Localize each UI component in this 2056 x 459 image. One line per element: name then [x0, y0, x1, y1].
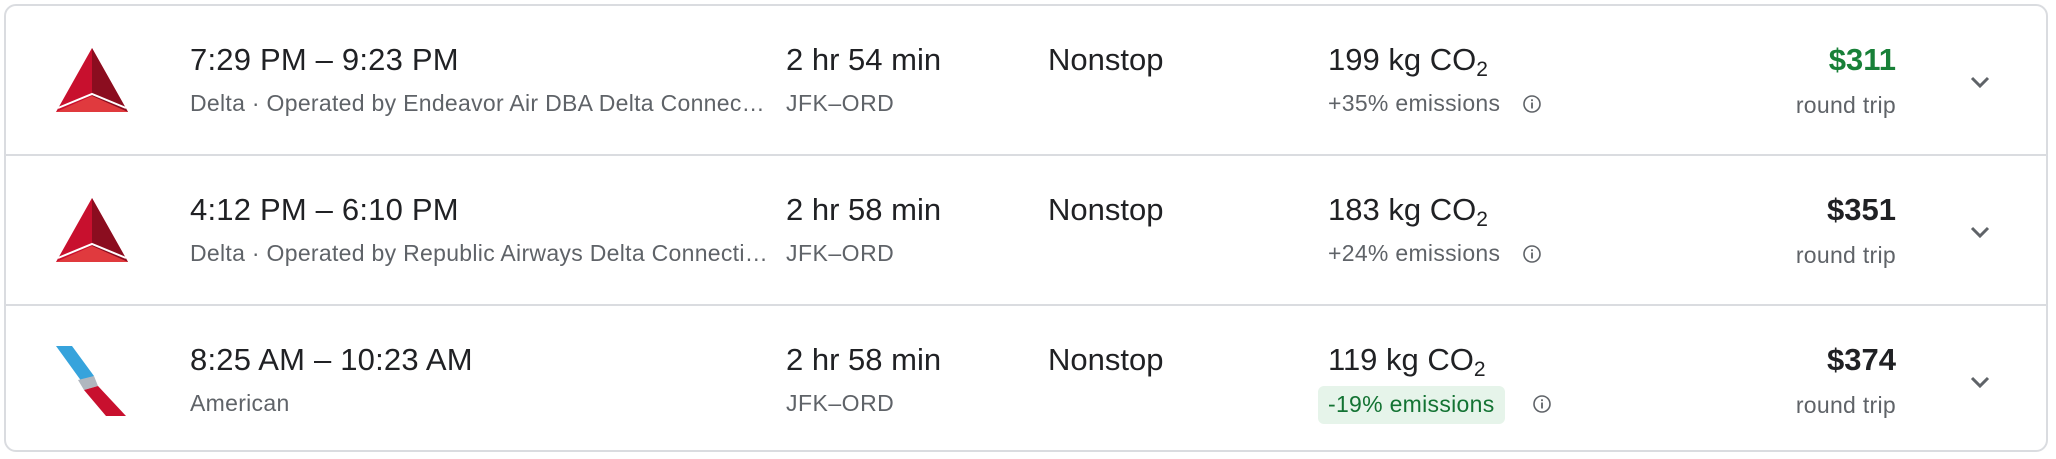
delta-logo — [56, 198, 128, 262]
info-icon[interactable] — [1522, 244, 1542, 264]
trip-type: round trip — [1795, 92, 1896, 118]
flight-stops: Nonstop — [1048, 42, 1164, 77]
co2-amount: 183 kg CO2 — [1328, 192, 1488, 232]
flight-route: JFK–ORD — [786, 90, 895, 116]
emissions-label: +24% emissions — [1328, 240, 1501, 266]
info-icon[interactable] — [1532, 394, 1552, 414]
airline-name: Delta · Operated by Republic Airways Del… — [190, 240, 770, 266]
emissions-label: -19% emissions — [1318, 386, 1505, 424]
airline-name: American — [190, 390, 290, 416]
flight-duration: 2 hr 54 min — [786, 42, 942, 77]
delta-logo — [56, 48, 128, 112]
flight-route: JFK–ORD — [786, 390, 895, 416]
co2-amount: 199 kg CO2 — [1328, 42, 1488, 82]
emissions-label: +35% emissions — [1328, 90, 1501, 116]
chevron-down-icon — [1970, 76, 1990, 89]
co2-amount: 119 kg CO2 — [1328, 342, 1486, 382]
co2-value: 199 kg CO — [1328, 42, 1477, 77]
price: $374 — [1827, 342, 1896, 377]
flight-results-list: 7:29 PM – 9:23 PM Delta · Operated by En… — [4, 4, 2048, 452]
american-logo — [56, 346, 126, 416]
flight-times: 4:12 PM – 6:10 PM — [190, 192, 459, 227]
flight-stops: Nonstop — [1048, 192, 1164, 227]
co2-value: 183 kg CO — [1328, 192, 1477, 227]
flight-times: 8:25 AM – 10:23 AM — [190, 342, 473, 377]
expand-button[interactable] — [1956, 358, 2004, 406]
chevron-down-icon — [1970, 376, 1990, 389]
flight-row[interactable]: 8:25 AM – 10:23 AM American 2 hr 58 min … — [6, 306, 2046, 450]
info-icon[interactable] — [1522, 94, 1542, 114]
airline-name: Delta · Operated by Endeavor Air DBA Del… — [190, 90, 770, 116]
flight-duration: 2 hr 58 min — [786, 342, 942, 377]
trip-type: round trip — [1795, 392, 1896, 418]
price: $311 — [1828, 42, 1896, 77]
expand-button[interactable] — [1956, 58, 2004, 106]
co2-value: 119 kg CO — [1328, 342, 1474, 377]
flight-route: JFK–ORD — [786, 240, 895, 266]
co2-subscript: 2 — [1473, 358, 1486, 381]
co2-subscript: 2 — [1476, 208, 1488, 231]
flight-row[interactable]: 7:29 PM – 9:23 PM Delta · Operated by En… — [6, 6, 2046, 154]
flight-times: 7:29 PM – 9:23 PM — [190, 42, 459, 77]
co2-subscript: 2 — [1476, 58, 1488, 81]
chevron-down-icon — [1970, 226, 1990, 239]
flight-stops: Nonstop — [1048, 342, 1164, 377]
price: $351 — [1827, 192, 1896, 227]
flight-duration: 2 hr 58 min — [786, 192, 942, 227]
flight-row[interactable]: 4:12 PM – 6:10 PM Delta · Operated by Re… — [6, 156, 2046, 304]
trip-type: round trip — [1795, 242, 1896, 268]
expand-button[interactable] — [1956, 208, 2004, 256]
